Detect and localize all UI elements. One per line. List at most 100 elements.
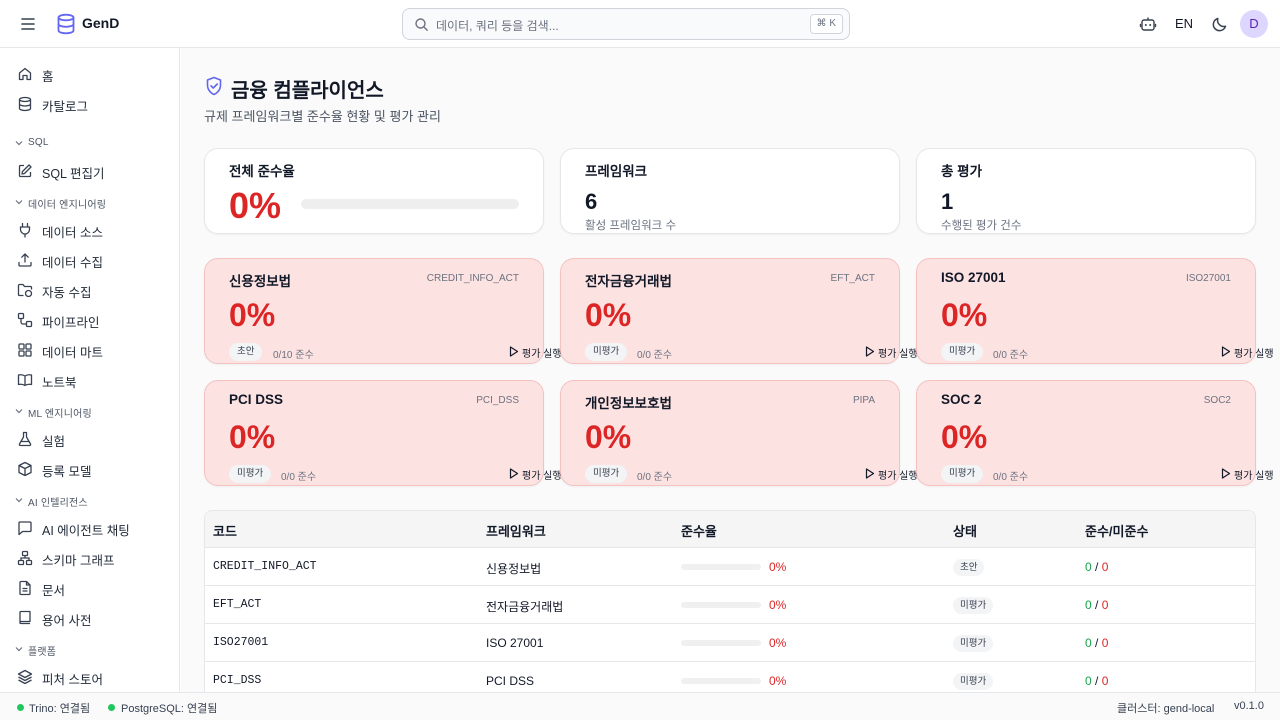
status-badge: 미평가 [941, 343, 984, 361]
sidebar-item-catalog[interactable]: 카탈로그 [0, 90, 179, 118]
section-label: 플랫폼 [28, 647, 57, 658]
play-icon [865, 468, 875, 479]
menu-icon[interactable] [18, 14, 38, 34]
search-shortcut: ⌘ K [809, 14, 843, 34]
compliance-count: 0/0 준수 [993, 472, 1029, 483]
framework-rate: 0% [941, 297, 988, 333]
sidebar-item-label: 피처 스토어 [42, 673, 103, 687]
app-version: v0.1.0 [1234, 700, 1264, 712]
summary-card-assessments: 총 평가 1 수행된 평가 건수 [916, 148, 1256, 234]
cluster-name: 클러스터: gend-local [1117, 703, 1215, 715]
framework-card[interactable]: 전자금융거래법 EFT_ACT 0% 미평가 0/0 준수 평가 실행 [560, 258, 918, 364]
sidebar-item-label: 파이프라인 [42, 316, 100, 330]
assessments-count: 1 [941, 189, 954, 214]
frameworks-count: 6 [585, 189, 598, 214]
status-badge: 미평가 [941, 465, 984, 483]
main-content: 금융 컴플라이언스 규제 프레임워크별 준수율 현황 및 평가 관리 전체 준수… [181, 48, 1280, 692]
row-code: CREDIT_INFO_ACT [213, 560, 317, 573]
sidebar-item-label: SQL 편집기 [42, 167, 105, 181]
sidebar-item-label: 용어 사전 [42, 614, 92, 628]
avatar[interactable]: D [1240, 10, 1268, 38]
status-badge: 미평가 [953, 597, 994, 614]
card-title: 프레임워크 [585, 164, 648, 179]
play-icon [1221, 468, 1231, 479]
workflow-icon [17, 312, 33, 328]
page-subtitle: 규제 프레임워크별 준수율 현황 및 평가 관리 [204, 109, 441, 124]
column-header-code[interactable]: 코드 [213, 521, 237, 540]
sidebar-item-sql-editor[interactable]: SQL 편집기 [0, 157, 179, 185]
status-bar: Trino: 연결됨 PostgreSQL: 연결됨 클러스터: gend-lo… [0, 692, 1280, 720]
language-toggle[interactable]: EN [1175, 16, 1193, 31]
row-code: PCI_DSS [213, 674, 262, 687]
search-input[interactable]: 데이터, 쿼리 등을 검색... ⌘ K [402, 8, 850, 40]
table-row[interactable]: CREDIT_INFO_ACT 신용정보법 0% 초안 0 / 0 [205, 548, 1255, 586]
brand-name[interactable]: GenD [82, 15, 119, 31]
sidebar-item-registered-models[interactable]: 등록 모델 [0, 455, 179, 483]
status-badge: 미평가 [229, 465, 272, 483]
compliant-count: 0 [1085, 598, 1092, 612]
row-framework: PCI DSS [486, 674, 535, 688]
overall-progress-bar [301, 199, 519, 209]
framework-card[interactable]: SOC 2 SOC2 0% 미평가 0/0 준수 평가 실행 [916, 380, 1274, 486]
sidebar-item-data-mart[interactable]: 데이터 마트 [0, 336, 179, 364]
sidebar-item-schema-graph[interactable]: 스키마 그래프 [0, 544, 179, 572]
framework-card[interactable]: ISO 27001 ISO27001 0% 미평가 0/0 준수 평가 실행 [916, 258, 1274, 364]
postgres-status: PostgreSQL: 연결됨 [121, 703, 218, 715]
table-row[interactable]: PCI_DSS PCI DSS 0% 미평가 0 / 0 [205, 662, 1255, 692]
framework-rate: 0% [941, 419, 988, 455]
section-label: SQL [28, 137, 49, 148]
shield-check-icon [205, 76, 223, 96]
sidebar-item-glossary[interactable]: 용어 사전 [0, 604, 179, 632]
summary-card-overall: 전체 준수율 0% [204, 148, 544, 234]
book-icon [17, 372, 33, 388]
sidebar-item-documents[interactable]: 문서 [0, 574, 179, 602]
box-icon [17, 461, 33, 477]
status-badge: 초안 [953, 559, 985, 576]
sidebar-item-label: 실험 [42, 435, 66, 449]
sidebar-item-data-sources[interactable]: 데이터 소스 [0, 216, 179, 244]
database-logo-icon [56, 13, 76, 35]
play-icon [865, 346, 875, 357]
column-header-status[interactable]: 상태 [953, 521, 977, 540]
sidebar-item-notebook[interactable]: 노트북 [0, 366, 179, 394]
sidebar-item-home[interactable]: 홈 [0, 60, 179, 88]
column-header-compliance[interactable]: 준수/미준수 [1085, 521, 1148, 540]
sidebar-item-experiments[interactable]: 실험 [0, 425, 179, 453]
sidebar-item-feature-store[interactable]: 피처 스토어 [0, 663, 179, 691]
column-header-rate[interactable]: 준수율 [681, 521, 717, 540]
framework-name: PCI DSS [229, 392, 284, 407]
separator: / [1095, 636, 1099, 650]
compliance-count: 0/0 준수 [281, 472, 317, 483]
sidebar-item-auto-ingestion[interactable]: 자동 수집 [0, 276, 179, 304]
framework-name: SOC 2 [941, 392, 982, 407]
framework-code: PIPA [852, 395, 875, 406]
framework-code: ISO27001 [1185, 273, 1231, 284]
noncompliant-count: 0 [1101, 560, 1109, 574]
framework-card[interactable]: PCI DSS PCI_DSS 0% 미평가 0/0 준수 평가 실행 [204, 380, 562, 486]
row-compliance: 0 / 0 [1085, 636, 1108, 650]
column-header-framework[interactable]: 프레임워크 [486, 521, 546, 540]
bot-icon[interactable] [1139, 15, 1157, 33]
row-code: EFT_ACT [213, 598, 262, 611]
framework-name: ISO 27001 [941, 270, 1006, 285]
chevron-down-icon [14, 644, 24, 654]
row-progress-bar [681, 564, 761, 570]
network-icon [17, 550, 33, 566]
row-rate: 0% [769, 598, 787, 612]
framework-card[interactable]: 개인정보보호법 PIPA 0% 미평가 0/0 준수 평가 실행 [560, 380, 918, 486]
play-icon [1221, 346, 1231, 357]
sidebar-item-label: 스키마 그래프 [42, 554, 115, 568]
framework-card[interactable]: 신용정보법 CREDIT_INFO_ACT 0% 초안 0/10 준수 평가 실… [204, 258, 562, 364]
table-row[interactable]: EFT_ACT 전자금융거래법 0% 미평가 0 / 0 [205, 586, 1255, 624]
moon-icon[interactable] [1211, 15, 1229, 33]
sidebar-item-data-ingestion[interactable]: 데이터 수집 [0, 246, 179, 274]
sidebar-item-pipeline[interactable]: 파이프라인 [0, 306, 179, 334]
sidebar-item-ai-agent-chat[interactable]: AI 에이전트 채팅 [0, 514, 179, 542]
row-framework: 신용정보법 [486, 562, 542, 576]
table-header: 코드 프레임워크 준수율 상태 준수/미준수 [205, 511, 1255, 548]
run-assessment-label: 평가 실행 [522, 471, 562, 482]
table-row[interactable]: ISO27001 ISO 27001 0% 미평가 0 / 0 [205, 624, 1255, 662]
page-title: 금융 컴플라이언스 [231, 80, 384, 102]
play-icon [509, 346, 519, 357]
top-bar: GenD 데이터, 쿼리 등을 검색... ⌘ K EN D [0, 0, 1280, 48]
